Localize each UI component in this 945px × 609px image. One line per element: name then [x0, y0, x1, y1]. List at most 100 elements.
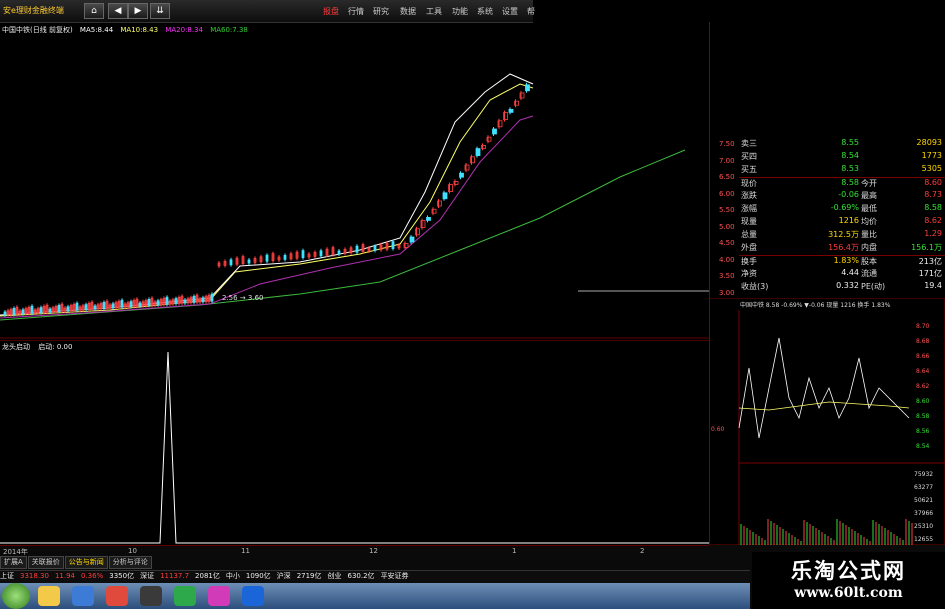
- intraday-chart[interactable]: 中国中铁 8.58 -0.69% ▼-0.06 现量 1216 换手 1.83%…: [709, 298, 945, 545]
- quote-value: 8.58: [924, 203, 942, 212]
- candle-body: [337, 250, 341, 255]
- price-tick: 8.64: [916, 368, 930, 375]
- ticker-item: 11137.7: [160, 572, 190, 580]
- volume-tick: 75932: [914, 471, 933, 478]
- quote-row: 买四 8.54 1773: [739, 151, 945, 163]
- candle-body: [129, 301, 133, 308]
- quote-value: 8.60: [924, 178, 942, 187]
- quote-value: 156.4万: [828, 243, 859, 252]
- candle-body: [75, 302, 79, 311]
- ticker-item: 2081亿: [195, 572, 220, 580]
- indicator-chart[interactable]: [0, 340, 709, 545]
- quote-row: 净资 4.44 流通 171亿: [739, 268, 945, 280]
- candle-body: [192, 295, 196, 303]
- quote-label: 买五: [741, 165, 757, 174]
- quote-label: 流通: [861, 269, 877, 278]
- candle-body: [111, 303, 115, 309]
- app-icon[interactable]: [106, 586, 128, 606]
- candle-body: [508, 109, 514, 113]
- candle-body: [165, 296, 169, 305]
- ie-icon[interactable]: [242, 586, 264, 606]
- media-icon[interactable]: [140, 586, 162, 606]
- axis-tick-label: 4.50: [719, 239, 735, 247]
- quote-value: -0.06: [838, 190, 859, 199]
- quote-label: 内盘: [861, 243, 877, 252]
- quote-label: 均价: [861, 217, 877, 226]
- quote-label: 收益(3): [741, 282, 769, 291]
- candle-body: [147, 298, 151, 306]
- candlestick-chart[interactable]: 2.56 → 3.60: [0, 22, 709, 340]
- candle-body: [48, 308, 52, 313]
- ma5-line: [0, 73, 534, 316]
- candle-body: [57, 304, 61, 312]
- candle-body: [66, 306, 70, 312]
- forward-arrow-icon[interactable]: ▶: [128, 3, 148, 19]
- ticker-item: 2719亿: [296, 572, 322, 580]
- menu-item[interactable]: 功能: [452, 6, 468, 17]
- quote-label: 净资: [741, 269, 757, 278]
- intraday-header: 中国中铁 8.58 -0.69% ▼-0.06 现量 1216 换手 1.83%: [740, 301, 891, 309]
- volume-tick: 63277: [914, 484, 933, 491]
- bottom-tab[interactable]: 扩展A: [0, 556, 27, 569]
- quote-value: 213亿: [918, 257, 942, 266]
- menu-item[interactable]: 行情: [348, 6, 364, 17]
- candle-body: [355, 245, 359, 253]
- axis-tick-label: 5.00: [719, 222, 735, 231]
- date-label: 10: [128, 547, 137, 555]
- home-icon[interactable]: ⌂: [84, 3, 104, 19]
- menu-item[interactable]: 报盘: [323, 6, 339, 17]
- quote-label: 卖三: [741, 139, 757, 148]
- quote-value: 1.83%: [833, 256, 859, 265]
- candle-body: [210, 293, 214, 302]
- quote-row: 买五 8.53 5305: [739, 164, 945, 176]
- volume-tick: 50621: [914, 497, 933, 504]
- ticker-item: 1090亿: [245, 572, 271, 580]
- menu-item[interactable]: 工具: [426, 6, 442, 17]
- browser-icon[interactable]: [72, 586, 94, 606]
- quote-label: 现量: [741, 217, 757, 226]
- collapse-icon[interactable]: ⇊: [150, 3, 170, 19]
- date-label: 12: [369, 547, 378, 555]
- candle-body: [301, 250, 305, 259]
- bottom-tab[interactable]: 分析与评论: [108, 556, 152, 569]
- bottom-tab[interactable]: 关联报价: [27, 556, 64, 569]
- back-arrow-icon[interactable]: ◀: [108, 3, 128, 19]
- price-tick: 8.60: [916, 398, 930, 405]
- indicator-label: 龙头启动: [2, 343, 30, 351]
- quote-value: 8.73: [924, 190, 942, 199]
- quote-value: 1216: [838, 216, 859, 225]
- menu-item[interactable]: 研究: [373, 6, 389, 17]
- quote-label: 今开: [861, 179, 877, 188]
- quote-value: 4.44: [841, 268, 859, 277]
- chat-icon[interactable]: [174, 586, 196, 606]
- candle-body: [12, 307, 16, 315]
- quote-label: 最高: [861, 191, 877, 200]
- menu-item[interactable]: 系统: [477, 6, 493, 17]
- ma20-line: [0, 115, 534, 319]
- quote-value: 171亿: [918, 269, 942, 278]
- folder-icon[interactable]: [38, 586, 60, 606]
- start-button-icon[interactable]: [2, 583, 30, 609]
- menu-item[interactable]: 帮: [527, 6, 535, 17]
- candle-body: [174, 298, 178, 305]
- quote-row: 换手 1.83% 股本 213亿: [739, 255, 945, 268]
- candle-body: [247, 259, 251, 264]
- quote-label: 买四: [741, 152, 757, 161]
- pinwheel-icon[interactable]: [208, 586, 230, 606]
- candle-body: [229, 259, 233, 266]
- menu-item[interactable]: 数据: [400, 6, 416, 17]
- axis-tick-label: 6.50: [719, 173, 735, 181]
- candle-body: [102, 301, 106, 309]
- axis-tick-label: 6.00: [719, 189, 735, 198]
- axis-tick-label: 7.00: [719, 156, 735, 165]
- quote-label: 股本: [861, 257, 877, 266]
- ticker-item: 创业: [327, 572, 342, 580]
- quote-value: 8.58: [841, 178, 859, 187]
- candle-body: [475, 148, 481, 156]
- menu-item[interactable]: 设置: [502, 6, 518, 17]
- quote-label: 涨幅: [741, 204, 757, 213]
- bottom-tab[interactable]: 公告与新闻: [64, 556, 108, 569]
- volume-tick: 37966: [914, 510, 933, 517]
- quote-value: 8.53: [841, 164, 859, 173]
- quote-row: 外盘 156.4万 内盘 156.1万: [739, 242, 945, 254]
